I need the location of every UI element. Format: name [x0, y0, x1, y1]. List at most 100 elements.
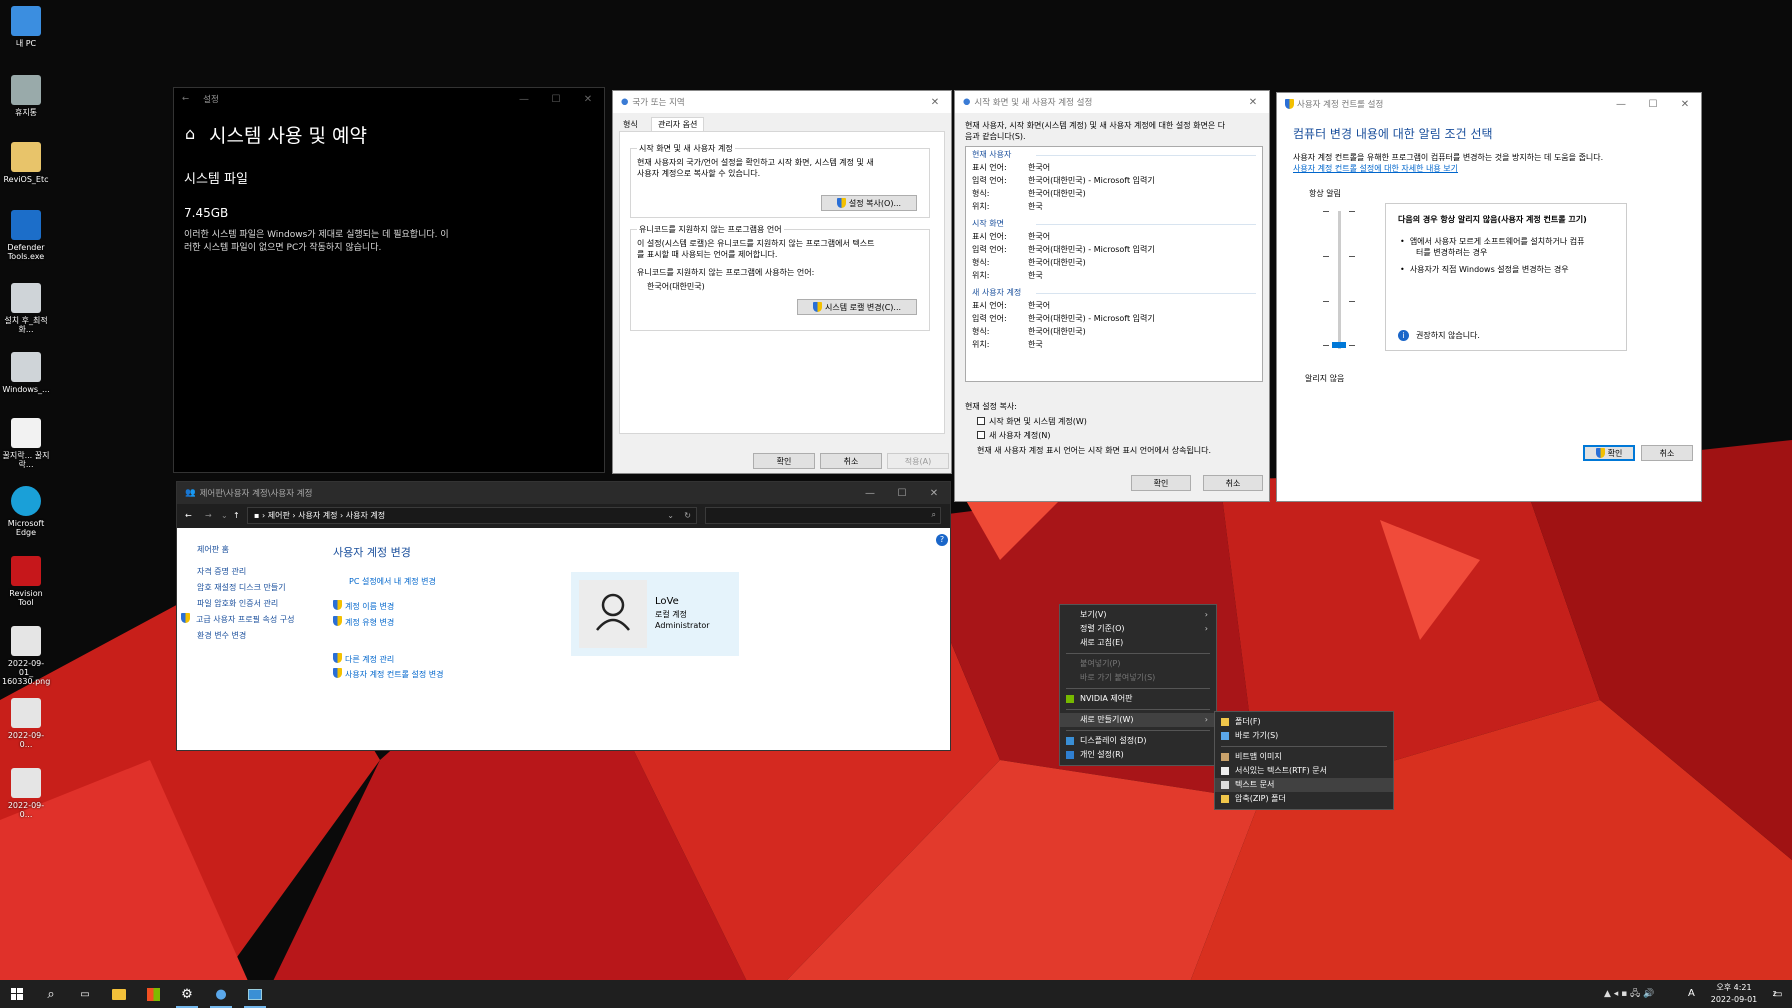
taskbar-store[interactable] — [136, 980, 170, 1008]
taskbar[interactable]: ⌕ ▭ ⚙ ● ▲ ◂ ▪ 🖧 🔊 A 오후 4:21 2022-09-01 ▭… — [0, 980, 1792, 1008]
cp-titlebar[interactable]: 👥 제어판\사용자 계정\사용자 계정 — ☐ ✕ — [177, 482, 950, 504]
menu-item[interactable]: 보기(V) › — [1060, 608, 1216, 622]
settings-window[interactable]: ← 설정 — ☐ ✕ ⌂ 시스템 사용 및 예약 시스템 파일 7.45GB 이러한… — [173, 87, 605, 473]
menu-item[interactable]: 정렬 기준(O) › — [1060, 622, 1216, 636]
change-type-link[interactable]: 계정 유형 변경 — [333, 616, 394, 628]
menu-item[interactable]: NVIDIA 제어판 — [1060, 692, 1216, 706]
taskbar-control-panel[interactable] — [238, 980, 272, 1008]
desktop-icon[interactable]: 꿀지락... 꿀지락... — [2, 418, 50, 469]
address-bar[interactable]: ▪ › 제어판 › 사용자 계정 › 사용자 계정 ⌄ ↻ — [247, 507, 697, 524]
chevron-down-icon[interactable]: ⌄ — [667, 508, 674, 523]
rename-account-link[interactable]: 계정 이름 변경 — [333, 600, 394, 612]
pc-settings-link[interactable]: PC 설정에서 내 계정 변경 — [349, 576, 436, 587]
sidebar-credential-manager[interactable]: 자격 증명 관리 — [197, 566, 246, 577]
settings-titlebar[interactable]: ← 설정 — ☐ ✕ — [174, 88, 604, 110]
taskbar-region[interactable]: ● — [204, 980, 238, 1008]
welcome-titlebar[interactable]: ● 시작 화면 및 새 사용자 계정 설정 ✕ — [955, 91, 1269, 113]
nav-back-icon[interactable]: ← — [185, 510, 192, 521]
back-arrow-icon[interactable]: ← — [182, 94, 189, 104]
menu-item[interactable]: 텍스트 문서 — [1215, 778, 1393, 792]
manage-other-link[interactable]: 다른 계정 관리 — [333, 653, 394, 665]
start-button[interactable] — [0, 980, 34, 1008]
desktop-icon[interactable]: Microsoft Edge — [2, 486, 50, 537]
help-icon[interactable]: ? — [936, 534, 948, 546]
search-button[interactable]: ⌕ — [34, 980, 68, 1008]
menu-item[interactable]: 바로 가기(S) — [1215, 729, 1393, 743]
task-view-button[interactable]: ▭ — [68, 980, 102, 1008]
desktop-icon[interactable]: 2022-09-01_ 160330.png — [2, 626, 50, 686]
search-input[interactable]: ⌕ — [705, 507, 941, 524]
close-icon[interactable]: ✕ — [572, 88, 604, 110]
tray-icons[interactable]: ▲ ◂ ▪ 🖧 🔊 — [1604, 989, 1654, 1000]
apply-button[interactable]: 적용(A) — [887, 453, 949, 469]
desktop-icon[interactable]: Defender Tools.exe — [2, 210, 50, 261]
cancel-button[interactable]: 취소 — [820, 453, 882, 469]
change-locale-button[interactable]: 시스템 로캘 변경(C)... — [797, 299, 917, 315]
tab-admin[interactable]: 관리자 옵션 — [651, 117, 705, 131]
ime-indicator[interactable]: A — [1688, 988, 1695, 999]
menu-item[interactable]: 새로 고침(E) — [1060, 636, 1216, 650]
menu-item[interactable]: 압축(ZIP) 폴더 — [1215, 792, 1393, 806]
user-tile[interactable]: LoVe 로컬 계정 Administrator — [571, 572, 739, 656]
checkbox-welcome-system[interactable]: 시작 화면 및 시스템 계정(W) — [977, 416, 1087, 427]
region-titlebar[interactable]: ● 국가 또는 지역 ✕ — [613, 91, 951, 113]
nav-recent-icon[interactable]: ⌄ — [221, 510, 228, 521]
cancel-button[interactable]: 취소 — [1203, 475, 1263, 491]
cancel-button[interactable]: 취소 — [1641, 445, 1693, 461]
close-icon[interactable]: ✕ — [918, 482, 950, 504]
welcome-settings-window[interactable]: ● 시작 화면 및 새 사용자 계정 설정 ✕ 현재 사용자, 시작 화면(시스… — [954, 90, 1270, 502]
desktop-icon[interactable]: 2022-09-0... — [2, 768, 50, 819]
tab-format[interactable]: 형식 — [623, 119, 638, 130]
ok-button[interactable]: 확인 — [1131, 475, 1191, 491]
sidebar-reset-disk[interactable]: 암호 재설정 디스크 만들기 — [197, 582, 286, 593]
menu-item[interactable]: 새로 만들기(W) › — [1060, 713, 1216, 727]
menu-item[interactable]: 바로 가기 붙여넣기(S) — [1060, 671, 1216, 685]
desktop-icon[interactable]: Revision Tool — [2, 556, 50, 607]
close-icon[interactable]: ✕ — [1237, 91, 1269, 113]
menu-item[interactable]: 비트맵 이미지 — [1215, 750, 1393, 764]
uac-settings-window[interactable]: 사용자 계정 컨트롤 설정 — ☐ ✕ 컴퓨터 변경 내용에 대한 알림 조건 선택… — [1276, 92, 1702, 502]
control-panel-window[interactable]: 👥 제어판\사용자 계정\사용자 계정 — ☐ ✕ ← → ⌄ ↑ ▪ › 제어판 … — [176, 481, 951, 751]
nav-up-icon[interactable]: ↑ — [233, 510, 240, 521]
breadcrumb-user-accounts[interactable]: 사용자 계정 — [298, 511, 337, 520]
minimize-icon[interactable]: — — [508, 88, 540, 110]
desktop-icon[interactable]: ReviOS_Etc — [2, 142, 50, 184]
checkbox-new-user[interactable]: 새 사용자 계정(N) — [977, 430, 1050, 441]
uac-settings-link[interactable]: 사용자 계정 컨트롤 설정 변경 — [333, 668, 444, 680]
minimize-icon[interactable]: — — [1605, 93, 1637, 115]
menu-item[interactable]: 붙여넣기(P) — [1060, 657, 1216, 671]
region-window[interactable]: ● 국가 또는 지역 ✕ 형식 관리자 옵션 시작 화면 및 새 사용자 계정 … — [612, 90, 952, 474]
refresh-icon[interactable]: ↻ — [684, 508, 691, 523]
close-icon[interactable]: ✕ — [919, 91, 951, 113]
copy-settings-button[interactable]: 설정 복사(O)... — [821, 195, 917, 211]
uac-slider[interactable] — [1319, 211, 1359, 351]
desktop-icon[interactable]: 2022-09-0... — [2, 698, 50, 749]
sidebar-home-link[interactable]: 제어판 홈 — [197, 544, 229, 555]
desktop-icon[interactable]: 내 PC — [2, 6, 50, 48]
notification-button[interactable]: ▭ 2 — [1758, 980, 1792, 1008]
breadcrumb-user-accounts-leaf[interactable]: 사용자 계정 — [346, 511, 385, 520]
slider-thumb[interactable] — [1332, 342, 1346, 348]
sidebar-env-vars[interactable]: 환경 변수 변경 — [197, 630, 246, 641]
uac-titlebar[interactable]: 사용자 계정 컨트롤 설정 — ☐ ✕ — [1277, 93, 1701, 115]
taskbar-settings[interactable]: ⚙ — [170, 980, 204, 1008]
ok-button[interactable]: 확인 — [753, 453, 815, 469]
taskbar-file-explorer[interactable] — [102, 980, 136, 1008]
maximize-icon[interactable]: ☐ — [1637, 93, 1669, 115]
desktop-icon[interactable]: Windows_... — [2, 352, 50, 394]
checkbox-box[interactable] — [977, 431, 985, 439]
clock-date[interactable]: 2022-09-01 — [1706, 994, 1762, 1005]
desktop-icon[interactable]: 휴지통 — [2, 75, 50, 117]
maximize-icon[interactable]: ☐ — [540, 88, 572, 110]
checkbox-box[interactable] — [977, 417, 985, 425]
ok-button[interactable]: 확인 — [1583, 445, 1635, 461]
nav-forward-icon[interactable]: → — [205, 510, 212, 521]
close-icon[interactable]: ✕ — [1669, 93, 1701, 115]
clock-time[interactable]: 오후 4:21 — [1706, 982, 1762, 993]
menu-item[interactable]: 디스플레이 설정(D) — [1060, 734, 1216, 748]
desktop-context-menu[interactable]: 보기(V) › 정렬 기준(O) › 새로 고침(E) 붙여넣기(P) 바로 가기 붙여넣기… — [1059, 604, 1217, 766]
desktop-icon[interactable]: 설치 후_최적화... — [2, 283, 50, 334]
breadcrumb-control-panel[interactable]: 제어판 — [268, 511, 290, 520]
uac-help-link[interactable]: 사용자 계정 컨트롤 설정에 대한 자세한 내용 보기 — [1293, 163, 1458, 174]
maximize-icon[interactable]: ☐ — [886, 482, 918, 504]
